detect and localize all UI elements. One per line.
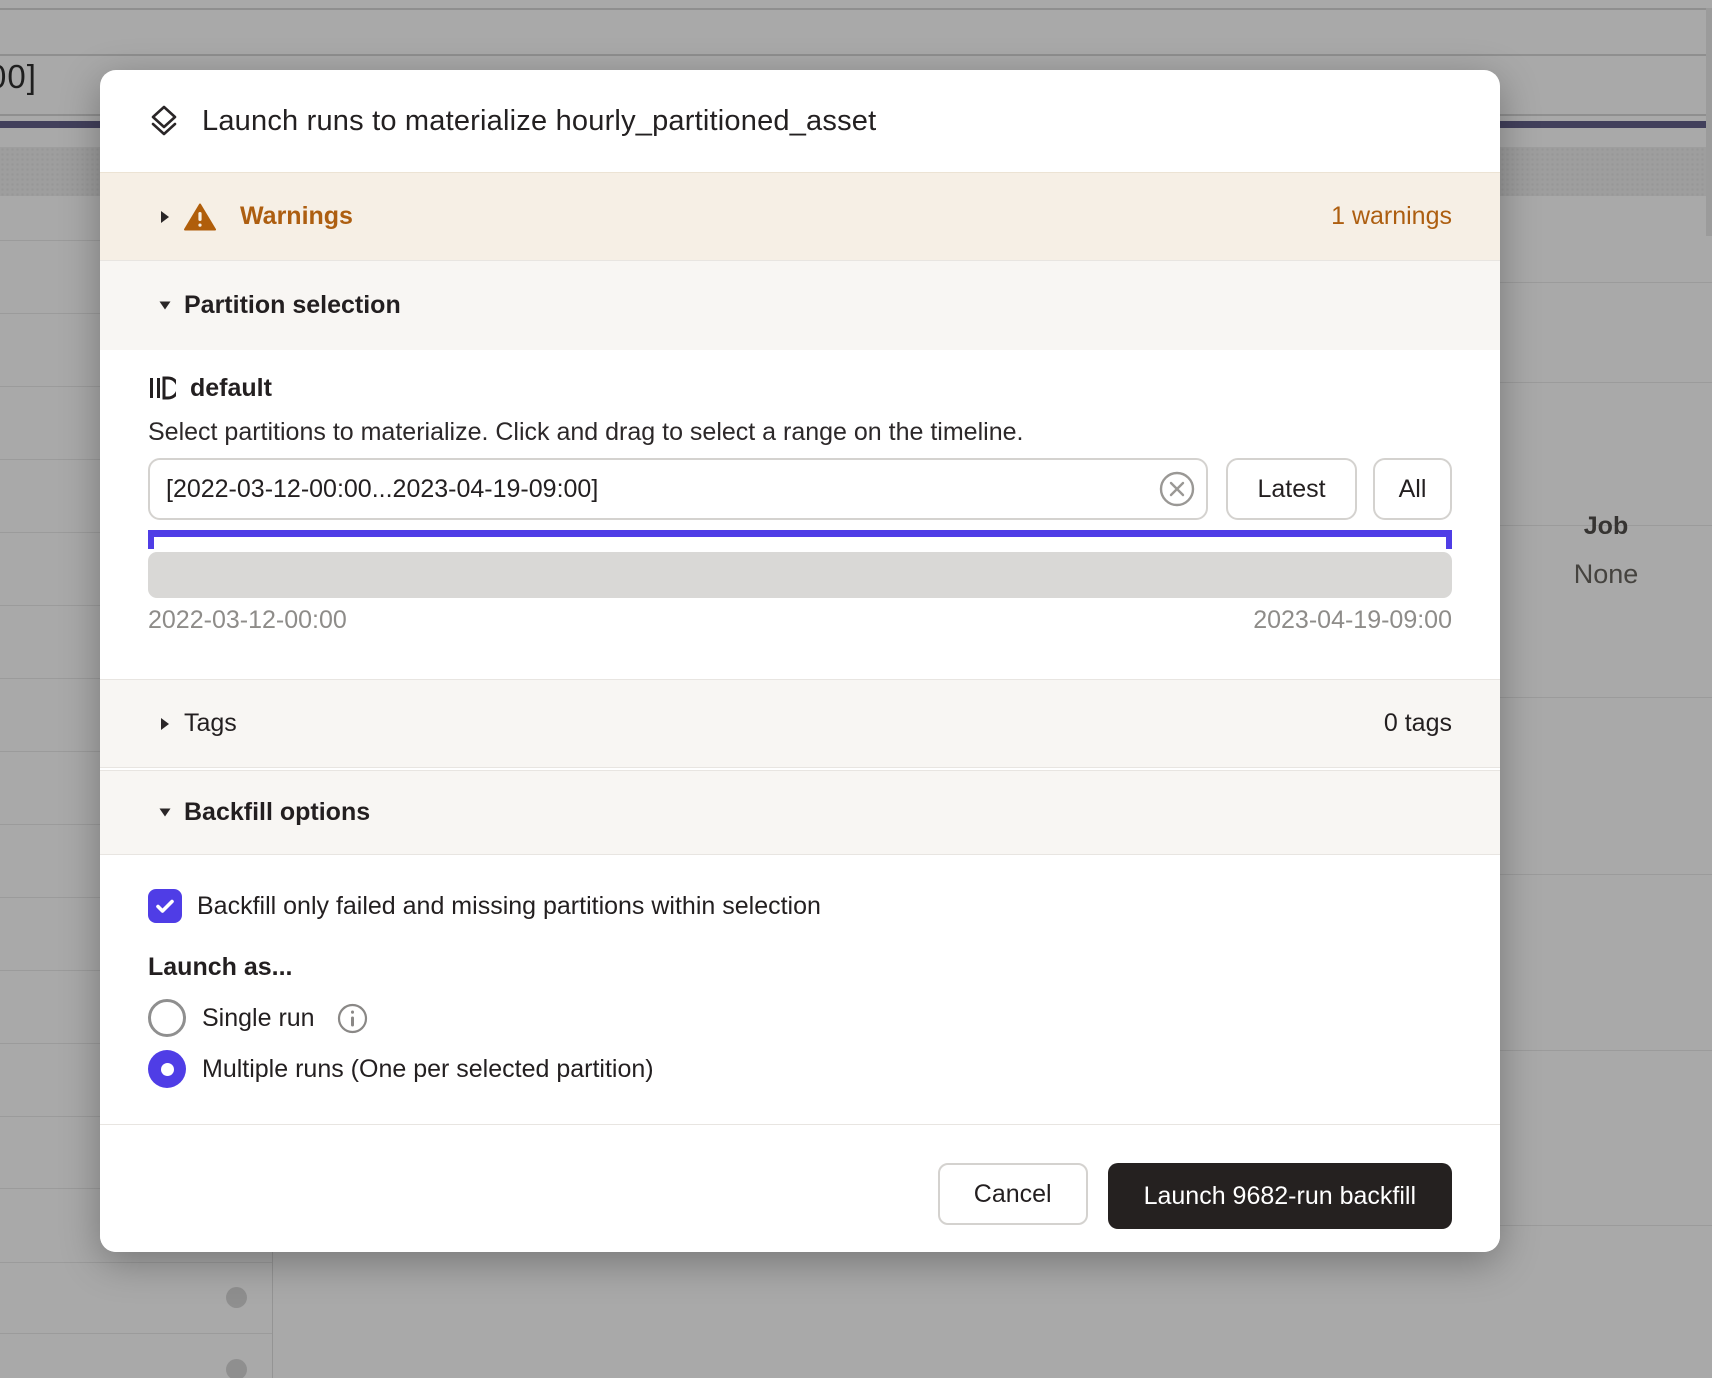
chevron-down-icon bbox=[158, 300, 172, 311]
backfill-options-label: Backfill options bbox=[184, 798, 370, 827]
chevron-right-icon bbox=[158, 716, 172, 732]
backfill-only-failed-checkbox[interactable] bbox=[148, 889, 182, 923]
single-run-label: Single run bbox=[202, 1004, 315, 1033]
chevron-right-icon bbox=[158, 209, 172, 225]
single-run-radio[interactable] bbox=[148, 999, 186, 1037]
partition-set-icon bbox=[148, 375, 176, 401]
bg-job-column: Job None bbox=[1500, 512, 1712, 590]
all-button[interactable]: All bbox=[1373, 458, 1452, 520]
dialog-header: Launch runs to materialize hourly_partit… bbox=[100, 70, 1500, 172]
bg-partial-input-text: 00] bbox=[0, 58, 37, 96]
backfill-options-content: Backfill only failed and missing partiti… bbox=[100, 855, 1500, 1124]
materialize-layers-icon bbox=[148, 104, 180, 138]
cancel-button[interactable]: Cancel bbox=[938, 1163, 1088, 1225]
launch-backfill-button[interactable]: Launch 9682-run backfill bbox=[1108, 1163, 1452, 1229]
backfill-only-failed-label: Backfill only failed and missing partiti… bbox=[197, 892, 821, 921]
bg-row-dot bbox=[226, 1287, 247, 1308]
timeline-end-label: 2023-04-19-09:00 bbox=[1253, 606, 1452, 632]
warnings-count: 1 warnings bbox=[1331, 202, 1452, 231]
tags-count: 0 tags bbox=[1384, 709, 1452, 738]
clear-input-button[interactable] bbox=[1158, 470, 1196, 508]
multiple-runs-label: Multiple runs (One per selected partitio… bbox=[202, 1055, 654, 1084]
chevron-down-icon bbox=[158, 807, 172, 818]
launch-backfill-dialog: Launch runs to materialize hourly_partit… bbox=[100, 70, 1500, 1252]
timeline-start-label: 2022-03-12-00:00 bbox=[148, 606, 347, 632]
partition-selection-label: Partition selection bbox=[184, 291, 401, 320]
tags-section-header[interactable]: Tags 0 tags bbox=[100, 679, 1500, 768]
partition-range-input[interactable] bbox=[148, 458, 1208, 520]
info-icon[interactable] bbox=[337, 1003, 368, 1034]
multiple-runs-radio[interactable] bbox=[148, 1050, 186, 1088]
dimension-name: default bbox=[190, 374, 272, 403]
tags-label: Tags bbox=[184, 709, 237, 738]
bg-row-dot bbox=[226, 1359, 247, 1378]
warnings-section-header[interactable]: Warnings 1 warnings bbox=[100, 172, 1500, 260]
warnings-label: Warnings bbox=[240, 202, 353, 231]
dialog-footer: Cancel Launch 9682-run backfill bbox=[100, 1124, 1500, 1252]
timeline-selection-bracket bbox=[148, 530, 1452, 549]
dialog-title: Launch runs to materialize hourly_partit… bbox=[202, 105, 876, 138]
bg-job-value: None bbox=[1500, 559, 1712, 590]
bg-job-header: Job bbox=[1500, 512, 1712, 541]
warning-triangle-icon bbox=[184, 203, 216, 231]
bg-divider bbox=[0, 54, 1712, 56]
page-background: 00] Job None Launch runs to materialize … bbox=[0, 0, 1712, 1378]
backfill-options-header[interactable]: Backfill options bbox=[100, 770, 1500, 855]
partition-selection-content: default Select partitions to materialize… bbox=[100, 350, 1500, 677]
partition-timeline[interactable] bbox=[148, 552, 1452, 598]
launch-as-label: Launch as... bbox=[148, 953, 1452, 981]
bg-divider bbox=[0, 8, 1712, 10]
bg-scrollbar bbox=[1706, 8, 1712, 236]
partition-selection-header[interactable]: Partition selection bbox=[100, 260, 1500, 350]
latest-button[interactable]: Latest bbox=[1226, 458, 1357, 520]
partition-description: Select partitions to materialize. Click … bbox=[148, 418, 1452, 444]
